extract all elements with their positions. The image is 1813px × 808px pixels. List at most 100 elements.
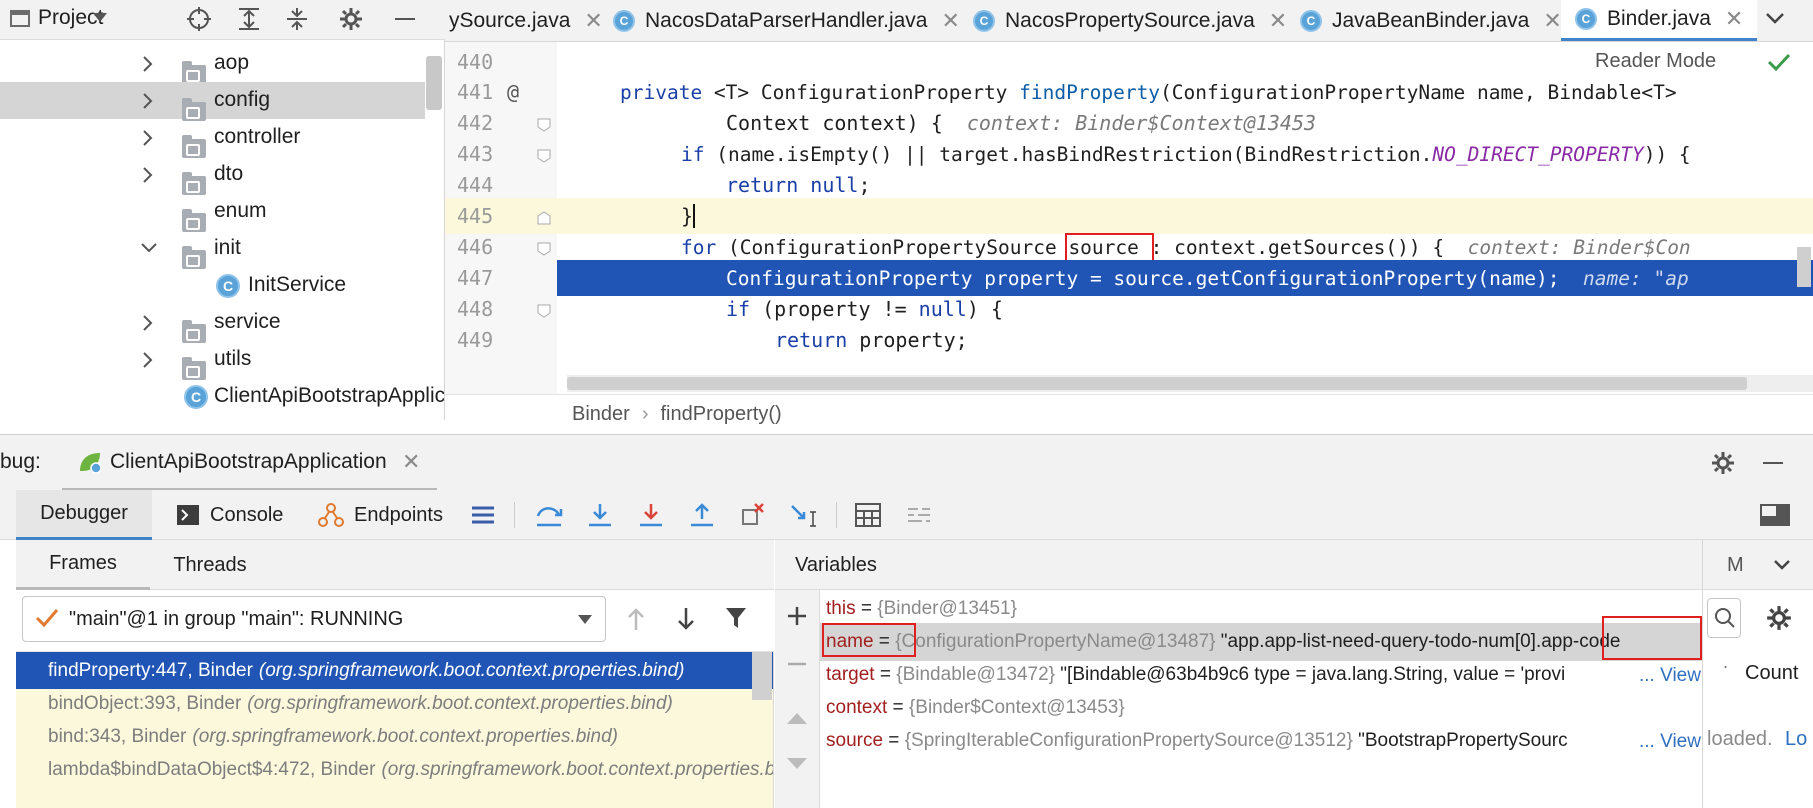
collapse-all-icon[interactable]: [284, 6, 310, 32]
count-column-header[interactable]: Count: [1745, 662, 1798, 685]
frame-method: bindObject:393, Binder: [48, 692, 242, 714]
gear-icon[interactable]: [1765, 604, 1793, 632]
fold-icon[interactable]: [537, 118, 551, 132]
step-out-icon[interactable]: [688, 490, 716, 540]
step-over-icon[interactable]: [535, 490, 563, 540]
move-down-icon[interactable]: [785, 756, 809, 772]
tab-nacospropertysource[interactable]: C NacosPropertySource.java ✕: [973, 0, 1287, 41]
tab-javabeanbinder[interactable]: C JavaBeanBinder.java ✕: [1300, 0, 1562, 41]
run-to-cursor-icon[interactable]: [790, 490, 820, 540]
memory-panel-header: M: [1703, 540, 1813, 590]
move-up-icon[interactable]: [785, 710, 809, 726]
fold-icon[interactable]: [537, 149, 551, 163]
memory-panel: M . Count loaded. Lo: [1702, 540, 1813, 808]
variable-name: source: [826, 730, 884, 751]
step-into-icon[interactable]: [586, 490, 614, 540]
toolbar-separator: [514, 502, 515, 528]
variables-side-toolbar: [775, 590, 820, 808]
next-frame-icon[interactable]: [676, 606, 696, 632]
frame-row[interactable]: lambda$bindDataObject$4:472, Binder (org.…: [16, 751, 773, 788]
previous-frame-icon[interactable]: [626, 606, 646, 632]
restore-layout-icon[interactable]: [1760, 490, 1790, 540]
chevron-right-icon[interactable]: [142, 351, 154, 369]
debug-session-tab[interactable]: ClientApiBootstrapApplication ✕: [62, 435, 437, 491]
frame-row[interactable]: bindObject:393, Binder (org.springframewo…: [16, 685, 773, 722]
gear-icon[interactable]: [1710, 450, 1736, 476]
chevron-down-icon[interactable]: [1773, 559, 1791, 571]
tab-nacosdataparserhandler[interactable]: C NacosDataParserHandler.java ✕: [613, 0, 960, 41]
close-icon[interactable]: ✕: [941, 8, 959, 34]
fold-icon[interactable]: [537, 242, 551, 256]
view-link[interactable]: ... View: [1635, 665, 1701, 687]
tree-item-dto[interactable]: dto: [0, 156, 444, 195]
tree-item-label: controller: [214, 125, 301, 148]
tree-item-clientapibootstrapapplication[interactable]: C ClientApiBootstrapApplic: [0, 378, 444, 415]
trace-stream-icon[interactable]: [906, 490, 932, 540]
minimize-icon[interactable]: [1760, 450, 1786, 476]
chevron-right-icon[interactable]: [142, 92, 154, 110]
frame-row[interactable]: findProperty:447, Binder (org.springframe…: [16, 652, 773, 689]
tab-debugger[interactable]: Debugger: [16, 490, 152, 540]
force-step-into-icon[interactable]: [637, 490, 665, 540]
highlighted-source-token: source: [1065, 232, 1154, 262]
close-icon[interactable]: ✕: [1269, 8, 1287, 34]
locate-file-icon[interactable]: [186, 6, 212, 32]
project-view-dropdown-icon[interactable]: [92, 12, 108, 24]
tab-source-java[interactable]: ySource.java ✕: [449, 0, 603, 41]
memory-tab[interactable]: M: [1727, 554, 1744, 577]
tree-item-aop[interactable]: aop: [0, 45, 444, 84]
close-icon[interactable]: ✕: [584, 8, 602, 34]
tab-threads[interactable]: Threads: [150, 540, 270, 590]
tab-console[interactable]: Console: [176, 490, 283, 540]
chevron-right-icon[interactable]: [142, 55, 154, 73]
fold-icon[interactable]: [537, 304, 551, 318]
variable-row[interactable]: source = {SpringIterableConfigurationPro…: [820, 722, 1702, 760]
variables-title: Variables: [795, 554, 877, 576]
close-icon[interactable]: ✕: [1543, 8, 1561, 34]
breadcrumb-method[interactable]: findProperty(): [660, 403, 781, 426]
gear-icon[interactable]: [338, 6, 364, 32]
tree-item-config[interactable]: config: [0, 82, 425, 121]
fold-icon[interactable]: [537, 211, 551, 225]
tree-item-service[interactable]: service: [0, 304, 444, 343]
add-watch-icon[interactable]: [785, 604, 809, 628]
code-line: 449 return property;: [445, 322, 1813, 358]
tree-item-init[interactable]: init: [0, 230, 444, 269]
memory-search-field[interactable]: [1707, 598, 1741, 638]
filter-icon[interactable]: [724, 606, 748, 630]
tree-scrollbar[interactable]: [426, 56, 442, 110]
remove-watch-icon[interactable]: [785, 652, 809, 676]
breadcrumb-class[interactable]: Binder: [572, 403, 630, 426]
frame-method: findProperty:447, Binder: [48, 659, 253, 681]
thread-select-dropdown[interactable]: "main"@1 in group "main": RUNNING: [22, 596, 606, 642]
close-icon[interactable]: ✕: [402, 449, 420, 475]
annotation-marker[interactable]: @: [507, 80, 519, 104]
minimize-icon[interactable]: [392, 6, 418, 32]
tree-item-utils[interactable]: utils: [0, 341, 444, 380]
close-icon[interactable]: ✕: [1725, 6, 1743, 32]
drop-frame-icon[interactable]: [739, 490, 767, 540]
column-divider: .: [1723, 652, 1729, 672]
tree-item-initservice[interactable]: C InitService: [0, 267, 444, 304]
chevron-right-icon[interactable]: [142, 166, 154, 184]
tab-binder-java[interactable]: C Binder.java ✕: [1561, 0, 1758, 41]
tree-item-controller[interactable]: controller: [0, 119, 444, 158]
tab-frames[interactable]: Frames: [16, 540, 150, 590]
frame-row[interactable]: bind:343, Binder (org.springframework.boo…: [16, 718, 773, 755]
frames-scrollbar[interactable]: [752, 652, 772, 700]
editor-vertical-scrollbar[interactable]: [1797, 247, 1811, 287]
chevron-right-icon[interactable]: [142, 314, 154, 332]
tree-item-enum[interactable]: enum: [0, 193, 444, 232]
chevron-down-icon[interactable]: [140, 242, 158, 254]
load-classes-link[interactable]: Lo: [1785, 728, 1807, 751]
evaluate-expression-icon[interactable]: [855, 490, 881, 540]
tabs-overflow-chevron-icon[interactable]: [1765, 12, 1785, 26]
code-editor[interactable]: Reader Mode 440 441 @ private <T> Config…: [445, 42, 1813, 394]
layout-menu-icon[interactable]: [470, 490, 496, 540]
chevron-right-icon[interactable]: [142, 129, 154, 147]
editor-horizontal-scrollbar[interactable]: [567, 375, 1813, 392]
view-link[interactable]: ... View: [1635, 731, 1701, 753]
expand-all-icon[interactable]: [236, 6, 262, 32]
scrollbar-thumb[interactable]: [567, 377, 1747, 390]
tab-endpoints[interactable]: Endpoints: [318, 490, 443, 540]
